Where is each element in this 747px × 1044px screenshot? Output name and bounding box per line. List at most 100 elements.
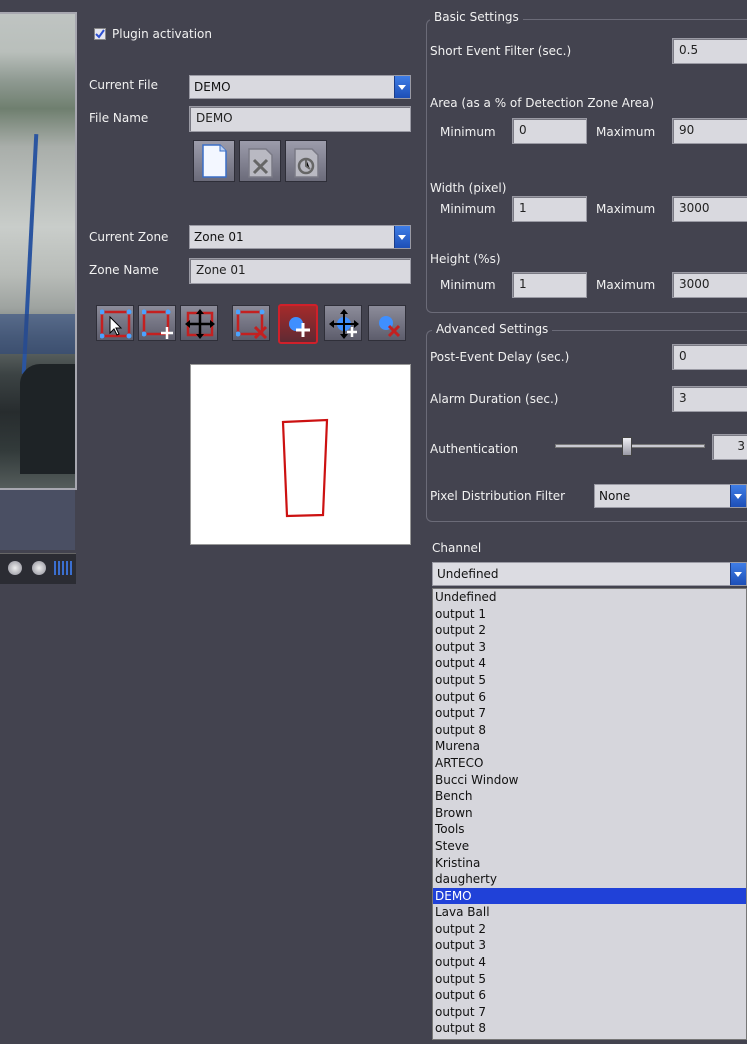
height-minimum-label: Minimum xyxy=(440,278,496,292)
post-event-delay-label: Post-Event Delay (sec.) xyxy=(430,350,570,364)
channel-option[interactable]: ARTECO xyxy=(433,755,746,772)
add-point-icon xyxy=(289,317,310,337)
remove-point-icon xyxy=(379,316,401,338)
slider-thumb[interactable] xyxy=(622,437,632,456)
chevron-down-icon[interactable] xyxy=(730,485,746,507)
height-minimum-field[interactable]: 1 xyxy=(512,272,587,298)
channel-option[interactable]: output 2 xyxy=(433,921,746,938)
current-file-label: Current File xyxy=(89,78,158,92)
channel-dropdown-list[interactable]: Undefined output 1 output 2 output 3 output … xyxy=(432,588,747,1040)
channel-option[interactable]: output 8 xyxy=(433,1020,746,1037)
width-maximum-field[interactable]: 3000 xyxy=(672,196,747,222)
select-arrow-icon xyxy=(100,309,132,339)
move-point-tool-button[interactable] xyxy=(324,305,362,341)
channel-option[interactable]: Undefined xyxy=(433,589,746,606)
add-point-tool-button[interactable] xyxy=(278,304,318,344)
remove-point-tool-button[interactable] xyxy=(368,305,406,341)
chevron-down-icon[interactable] xyxy=(730,563,746,585)
zone-drawing-canvas[interactable] xyxy=(190,364,411,545)
pixel-distribution-filter-label: Pixel Distribution Filter xyxy=(430,489,566,503)
channel-option[interactable]: Lava Ball xyxy=(433,904,746,921)
channel-select[interactable]: Undefined xyxy=(432,562,747,586)
pixel-distribution-filter-select[interactable]: None xyxy=(594,484,747,508)
channel-option[interactable]: output 8 xyxy=(433,722,746,739)
channel-option[interactable]: DEMO xyxy=(433,887,746,905)
camera-preview xyxy=(0,12,77,490)
authentication-slider[interactable] xyxy=(555,437,705,459)
delete-zone-tool-button[interactable] xyxy=(232,305,270,341)
channel-option[interactable]: output 6 xyxy=(433,987,746,1004)
width-minimum-field[interactable]: 1 xyxy=(512,196,587,222)
delete-file-button[interactable] xyxy=(239,140,281,182)
zone-name-label: Zone Name xyxy=(89,263,159,277)
current-zone-label: Current Zone xyxy=(89,230,169,244)
zone-name-field[interactable]: Zone 01 xyxy=(189,258,411,284)
camera-preview-bottom xyxy=(0,490,75,550)
channel-option[interactable]: output 7 xyxy=(433,1004,746,1021)
channel-option[interactable]: Murena xyxy=(433,738,746,755)
post-event-delay-field[interactable]: 0 xyxy=(672,344,747,370)
current-zone-value: Zone 01 xyxy=(194,230,244,244)
alarm-duration-field[interactable]: 3 xyxy=(672,386,747,412)
channel-option[interactable]: Brown xyxy=(433,805,746,822)
channel-selected-value: Undefined xyxy=(437,567,499,581)
channel-option[interactable]: output 5 xyxy=(433,672,746,689)
detection-zone-polygon[interactable] xyxy=(191,365,410,544)
new-file-button[interactable] xyxy=(193,140,235,182)
file-name-field[interactable]: DEMO xyxy=(189,106,411,132)
advanced-settings-legend: Advanced Settings xyxy=(432,322,553,336)
delete-file-icon xyxy=(248,148,273,178)
short-event-filter-label: Short Event Filter (sec.) xyxy=(430,44,572,58)
channel-label: Channel xyxy=(432,541,482,555)
chevron-down-icon[interactable] xyxy=(394,226,410,248)
current-zone-select[interactable]: Zone 01 xyxy=(189,225,411,249)
height-maximum-field[interactable]: 3000 xyxy=(672,272,747,298)
channel-option[interactable]: output 2 xyxy=(433,622,746,639)
channel-option[interactable]: output 3 xyxy=(433,937,746,954)
channel-option[interactable]: Kristina xyxy=(433,855,746,872)
current-file-select[interactable]: DEMO xyxy=(189,75,411,99)
delete-zone-icon xyxy=(236,309,268,339)
plugin-activation-label: Plugin activation xyxy=(112,27,212,41)
new-file-icon xyxy=(202,144,227,178)
authentication-value-field[interactable]: 3 xyxy=(712,434,747,460)
area-label: Area (as a % of Detection Zone Area) xyxy=(430,96,655,110)
channel-option[interactable]: output 6 xyxy=(433,689,746,706)
channel-option[interactable]: output 7 xyxy=(433,705,746,722)
channel-option[interactable]: output 3 xyxy=(433,639,746,656)
save-file-button[interactable] xyxy=(285,140,327,182)
camera-record-icon[interactable] xyxy=(32,561,46,575)
move-icon xyxy=(185,309,215,339)
area-maximum-field[interactable]: 90 xyxy=(672,118,747,144)
alarm-duration-label: Alarm Duration (sec.) xyxy=(430,392,559,406)
pixel-distribution-filter-value: None xyxy=(599,489,631,503)
camera-snapshot-icon[interactable] xyxy=(8,561,22,575)
width-minimum-label: Minimum xyxy=(440,202,496,216)
channel-option[interactable]: Bucci Window xyxy=(433,772,746,789)
camera-grid-icon[interactable] xyxy=(54,561,72,575)
channel-option[interactable]: output 4 xyxy=(433,954,746,971)
channel-option[interactable]: Bench xyxy=(433,788,746,805)
short-event-filter-field[interactable]: 0.5 xyxy=(672,38,747,64)
area-minimum-label: Minimum xyxy=(440,125,496,139)
area-maximum-label: Maximum xyxy=(596,125,656,139)
channel-option[interactable]: Steve xyxy=(433,838,746,855)
save-file-icon xyxy=(294,148,319,178)
current-file-value: DEMO xyxy=(194,80,231,94)
basic-settings-legend: Basic Settings xyxy=(430,10,523,24)
chevron-down-icon[interactable] xyxy=(394,76,410,98)
move-zone-tool-button[interactable] xyxy=(180,305,218,341)
height-label: Height (%s) xyxy=(430,252,501,266)
add-zone-icon xyxy=(142,309,173,339)
channel-option[interactable]: output 1 xyxy=(433,606,746,623)
channel-option[interactable]: daugherty xyxy=(433,871,746,888)
area-minimum-field[interactable]: 0 xyxy=(512,118,587,144)
channel-option[interactable]: output 4 xyxy=(433,655,746,672)
authentication-label: Authentication xyxy=(430,442,519,456)
channel-option[interactable]: Tools xyxy=(433,821,746,838)
select-zone-tool-button[interactable] xyxy=(96,305,134,341)
camera-toolbar[interactable] xyxy=(0,553,76,584)
plugin-activation-checkbox[interactable] xyxy=(94,28,106,40)
add-zone-tool-button[interactable] xyxy=(138,305,176,341)
channel-option[interactable]: output 5 xyxy=(433,971,746,988)
